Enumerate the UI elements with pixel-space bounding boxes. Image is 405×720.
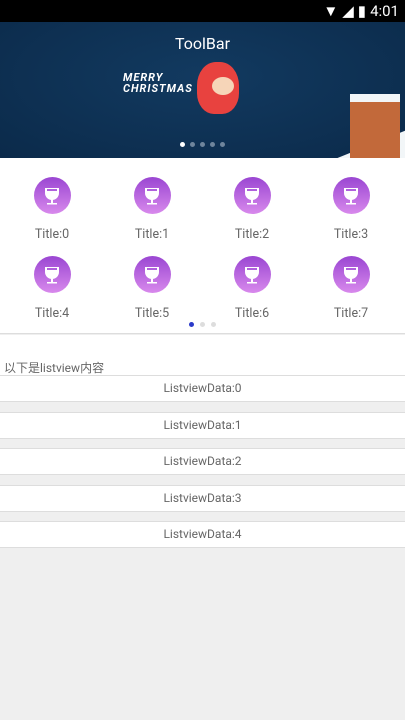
wifi-icon: ▼ (323, 2, 339, 20)
signal-icon: ◢ (342, 2, 354, 20)
list-item[interactable]: ListviewData:3 (0, 484, 405, 512)
page-dot[interactable] (200, 142, 205, 147)
grid-item-title: Title:4 (34, 306, 70, 321)
page-dot[interactable] (220, 142, 225, 147)
grid-item[interactable]: Title:3 (301, 177, 401, 242)
status-time: 4:01 (370, 2, 399, 20)
grid-item-title: Title:5 (134, 306, 170, 321)
grid-item[interactable]: Title:6 (202, 256, 302, 321)
grid-page-indicator (0, 322, 405, 327)
toolbar-title: ToolBar (174, 34, 230, 53)
grid-item[interactable]: Title:7 (301, 256, 401, 321)
grid-item[interactable]: Title:1 (102, 177, 202, 242)
grid-item-title: Title:7 (333, 306, 369, 321)
banner-page-indicator (0, 142, 405, 147)
wine-glass-icon (233, 177, 271, 214)
wine-glass-icon (332, 177, 370, 214)
merry-christmas-logo: MERRY CHRISTMAS (123, 71, 193, 95)
status-bar: ▼ ◢ ▮ 4:01 (0, 0, 405, 22)
page-dot[interactable] (189, 322, 194, 327)
list-header: 以下是listview内容 (0, 335, 405, 375)
list-item[interactable]: ListviewData:4 (0, 521, 405, 548)
icon-grid: Title:0 Title:1 Title:2 Title:3 Title:4 Title… (0, 158, 405, 334)
page-dot[interactable] (210, 142, 215, 147)
list-item[interactable]: ListviewData:1 (0, 411, 405, 439)
wine-glass-icon (233, 256, 271, 293)
wine-glass-icon (33, 256, 71, 293)
wine-glass-icon (332, 256, 370, 293)
grid-item[interactable]: Title:2 (202, 177, 302, 242)
banner-carousel[interactable]: ToolBar MERRY CHRISTMAS (0, 22, 405, 158)
grid-item-title: Title:2 (234, 227, 270, 242)
chimney-illustration (350, 94, 400, 158)
grid-item[interactable]: Title:5 (102, 256, 202, 321)
grid-item[interactable]: Title:4 (2, 256, 102, 321)
grid-item-title: Title:6 (234, 306, 270, 321)
grid-item[interactable]: Title:0 (2, 177, 102, 242)
grid-item-title: Title:0 (34, 227, 70, 242)
list-item[interactable]: ListviewData:2 (0, 448, 405, 475)
battery-icon: ▮ (357, 2, 367, 20)
grid-item-title: Title:3 (333, 227, 369, 242)
wine-glass-icon (133, 256, 171, 293)
wine-glass-icon (33, 177, 71, 214)
page-dot[interactable] (180, 142, 185, 147)
santa-face (212, 77, 234, 95)
page-dot[interactable] (190, 142, 195, 147)
wine-glass-icon (133, 177, 171, 214)
page-dot[interactable] (200, 322, 205, 327)
page-dot[interactable] (211, 322, 216, 327)
grid-item-title: Title:1 (134, 227, 170, 242)
list-item[interactable]: ListviewData:0 (0, 375, 405, 402)
